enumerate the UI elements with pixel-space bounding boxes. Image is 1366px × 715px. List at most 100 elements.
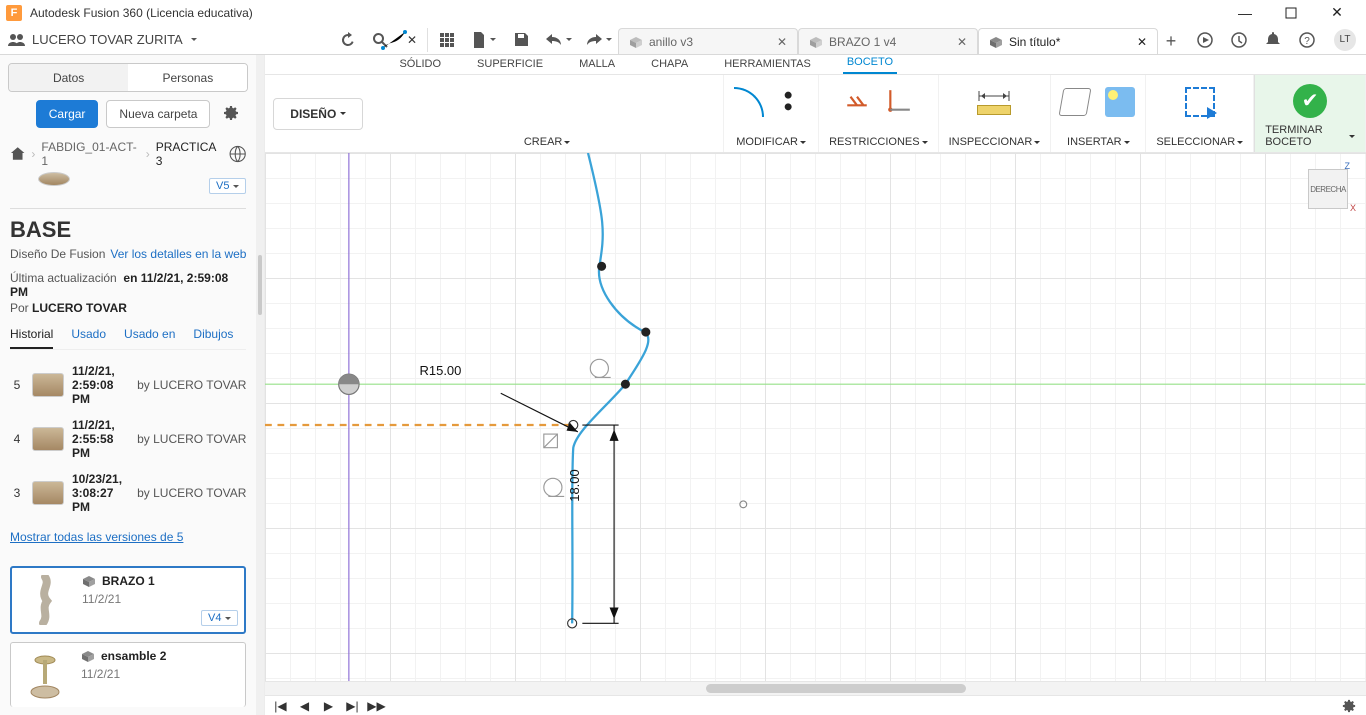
item-subtitle: Diseño De Fusion bbox=[10, 247, 105, 261]
user-avatar[interactable]: LT bbox=[1334, 29, 1356, 51]
finish-sketch-button[interactable]: ✔ bbox=[1293, 84, 1327, 118]
trim-tool[interactable] bbox=[780, 87, 808, 118]
thumbnail-icon bbox=[32, 481, 64, 505]
dimension-radius[interactable]: R15.00 bbox=[419, 363, 461, 378]
group-finish-sketch: ✔ TERMINAR BOCETO bbox=[1254, 75, 1366, 152]
insert-derive-tool[interactable] bbox=[1059, 88, 1092, 116]
timeline-next-button[interactable]: ▶| bbox=[345, 699, 359, 713]
timeline-settings-icon[interactable] bbox=[1342, 699, 1356, 713]
history-date: 11/2/21, 2:59:08 PM bbox=[72, 364, 129, 406]
new-folder-button[interactable]: Nueva carpeta bbox=[106, 100, 210, 128]
job-status-icon[interactable] bbox=[1228, 29, 1250, 51]
view-cube-face[interactable]: DERECHA bbox=[1308, 169, 1348, 209]
fillet-tool[interactable] bbox=[734, 87, 764, 117]
coincident-constraint-tool[interactable] bbox=[886, 88, 912, 117]
horizontal-constraint-tool[interactable] bbox=[844, 88, 870, 117]
doc-tab-untitled[interactable]: Sin título* ✕ bbox=[978, 28, 1158, 54]
sketch-drawing bbox=[265, 153, 1366, 715]
crumb-project[interactable]: FABDIG_01-ACT-1 bbox=[41, 140, 139, 168]
measure-tool[interactable] bbox=[977, 89, 1011, 115]
settings-icon[interactable] bbox=[218, 100, 244, 126]
group-label[interactable]: MODIFICAR bbox=[736, 134, 806, 150]
refresh-button[interactable] bbox=[337, 29, 359, 51]
component-icon bbox=[81, 650, 95, 662]
home-icon[interactable] bbox=[10, 146, 25, 162]
asset-date: 11/2/21 bbox=[82, 592, 155, 606]
history-row[interactable]: 3 10/23/21, 3:08:27 PM by LUCERO TOVAR bbox=[10, 466, 246, 520]
close-window-button[interactable]: ✕ bbox=[1314, 0, 1360, 25]
version-dropdown[interactable]: V5 bbox=[209, 178, 246, 194]
horizontal-scrollbar[interactable] bbox=[265, 681, 1366, 695]
extensions-icon[interactable] bbox=[1194, 29, 1216, 51]
team-dropdown[interactable]: LUCERO TOVAR ZURITA bbox=[8, 32, 197, 47]
workspace: Datos Personas Cargar Nueva carpeta › FA… bbox=[0, 55, 1366, 715]
timeline-bar: |◀ ◀ ▶ ▶| ▶▶ bbox=[265, 695, 1366, 715]
doc-tab-brazo[interactable]: BRAZO 1 v4 ✕ bbox=[798, 28, 978, 54]
history-row[interactable]: 5 11/2/21, 2:59:08 PM by LUCERO TOVAR bbox=[10, 358, 246, 412]
ribbon-tab-sketch[interactable]: BOCETO bbox=[843, 54, 897, 74]
history-row[interactable]: 4 11/2/21, 2:55:58 PM by LUCERO TOVAR bbox=[10, 412, 246, 466]
dimension-height[interactable]: 18.00 bbox=[567, 469, 582, 502]
asset-name: ensamble 2 bbox=[101, 649, 166, 663]
version-label: V5 bbox=[216, 180, 229, 192]
notifications-icon[interactable] bbox=[1262, 29, 1284, 51]
view-cube[interactable]: Z DERECHA X bbox=[1304, 163, 1354, 213]
group-label[interactable]: TERMINAR BOCETO bbox=[1265, 122, 1355, 150]
open-on-web-link[interactable]: Ver los detalles en la web bbox=[110, 247, 246, 261]
group-label[interactable]: SELECCIONAR bbox=[1156, 134, 1243, 150]
updated-by: Por LUCERO TOVAR bbox=[10, 301, 246, 315]
tab-people[interactable]: Personas bbox=[128, 64, 247, 91]
timeline-start-button[interactable]: |◀ bbox=[273, 699, 287, 713]
chevron-down-icon bbox=[1349, 135, 1355, 138]
asset-card-brazo[interactable]: BRAZO 1 11/2/21 V4 bbox=[10, 566, 246, 634]
chevron-down-icon bbox=[233, 185, 239, 188]
group-label[interactable]: INSERTAR bbox=[1067, 134, 1130, 150]
group-label[interactable]: RESTRICCIONES bbox=[829, 134, 927, 150]
tab-drawings[interactable]: Dibujos bbox=[193, 327, 233, 349]
asset-name-row: ensamble 2 bbox=[81, 649, 166, 663]
globe-icon[interactable] bbox=[229, 145, 246, 163]
crumb-folder[interactable]: PRACTICA 3 bbox=[156, 140, 223, 168]
timeline-play-button[interactable]: ▶ bbox=[321, 699, 335, 713]
thumbnail-icon bbox=[20, 574, 72, 626]
timeline-end-button[interactable]: ▶▶ bbox=[369, 699, 383, 713]
timeline-prev-button[interactable]: ◀ bbox=[297, 699, 311, 713]
item-title: BASE bbox=[10, 217, 246, 243]
tab-close-icon[interactable]: ✕ bbox=[957, 35, 967, 49]
history-date: 11/2/21, 2:55:58 PM bbox=[72, 418, 129, 460]
tab-data[interactable]: Datos bbox=[9, 64, 128, 91]
tab-close-icon[interactable]: ✕ bbox=[777, 35, 787, 49]
tab-history[interactable]: Historial bbox=[10, 327, 53, 349]
minimize-button[interactable]: — bbox=[1222, 0, 1268, 25]
group-insert: INSERTAR bbox=[1051, 75, 1146, 152]
canvas[interactable]: R15.00 18.00 Z DERECHA X |◀ ◀ ▶ ▶| ▶▶ bbox=[265, 153, 1366, 715]
thumbnail-icon bbox=[19, 649, 71, 701]
upload-button[interactable]: Cargar bbox=[36, 100, 99, 128]
history-author: by LUCERO TOVAR bbox=[137, 378, 246, 392]
chevron-down-icon bbox=[800, 141, 806, 144]
maximize-button[interactable] bbox=[1268, 0, 1314, 25]
new-tab-button[interactable]: + bbox=[1158, 28, 1184, 54]
show-all-versions-link[interactable]: Mostrar todas las versiones de 5 bbox=[10, 530, 246, 544]
asset-card-ensamble[interactable]: ensamble 2 11/2/21 bbox=[10, 642, 246, 707]
version-number: 4 bbox=[10, 432, 24, 446]
group-label[interactable]: INSPECCIONAR bbox=[949, 134, 1041, 150]
app-bar-right: ? LT bbox=[1184, 29, 1366, 51]
insert-image-tool[interactable] bbox=[1105, 87, 1135, 117]
chevron-right-icon: › bbox=[146, 147, 150, 161]
ribbon: DISEÑO CREAR MODIFICAR bbox=[265, 75, 1366, 153]
tab-used-in[interactable]: Usado en bbox=[124, 327, 175, 349]
version-dropdown[interactable]: V4 bbox=[201, 610, 238, 626]
select-tool[interactable] bbox=[1185, 87, 1215, 117]
workspace-select[interactable]: DISEÑO bbox=[273, 98, 363, 130]
panel-resize-handle[interactable] bbox=[256, 55, 264, 715]
tab-close-icon[interactable]: ✕ bbox=[1137, 35, 1147, 49]
group-label[interactable]: CREAR bbox=[524, 134, 571, 150]
ribbon-tab-tools[interactable]: HERRAMIENTAS bbox=[720, 56, 815, 74]
tab-used[interactable]: Usado bbox=[71, 327, 106, 349]
help-icon[interactable]: ? bbox=[1296, 29, 1318, 51]
thumbnail-icon bbox=[32, 427, 64, 451]
chevron-down-icon bbox=[1034, 141, 1040, 144]
asset-date: 11/2/21 bbox=[81, 667, 166, 681]
chevron-down-icon bbox=[922, 141, 928, 144]
